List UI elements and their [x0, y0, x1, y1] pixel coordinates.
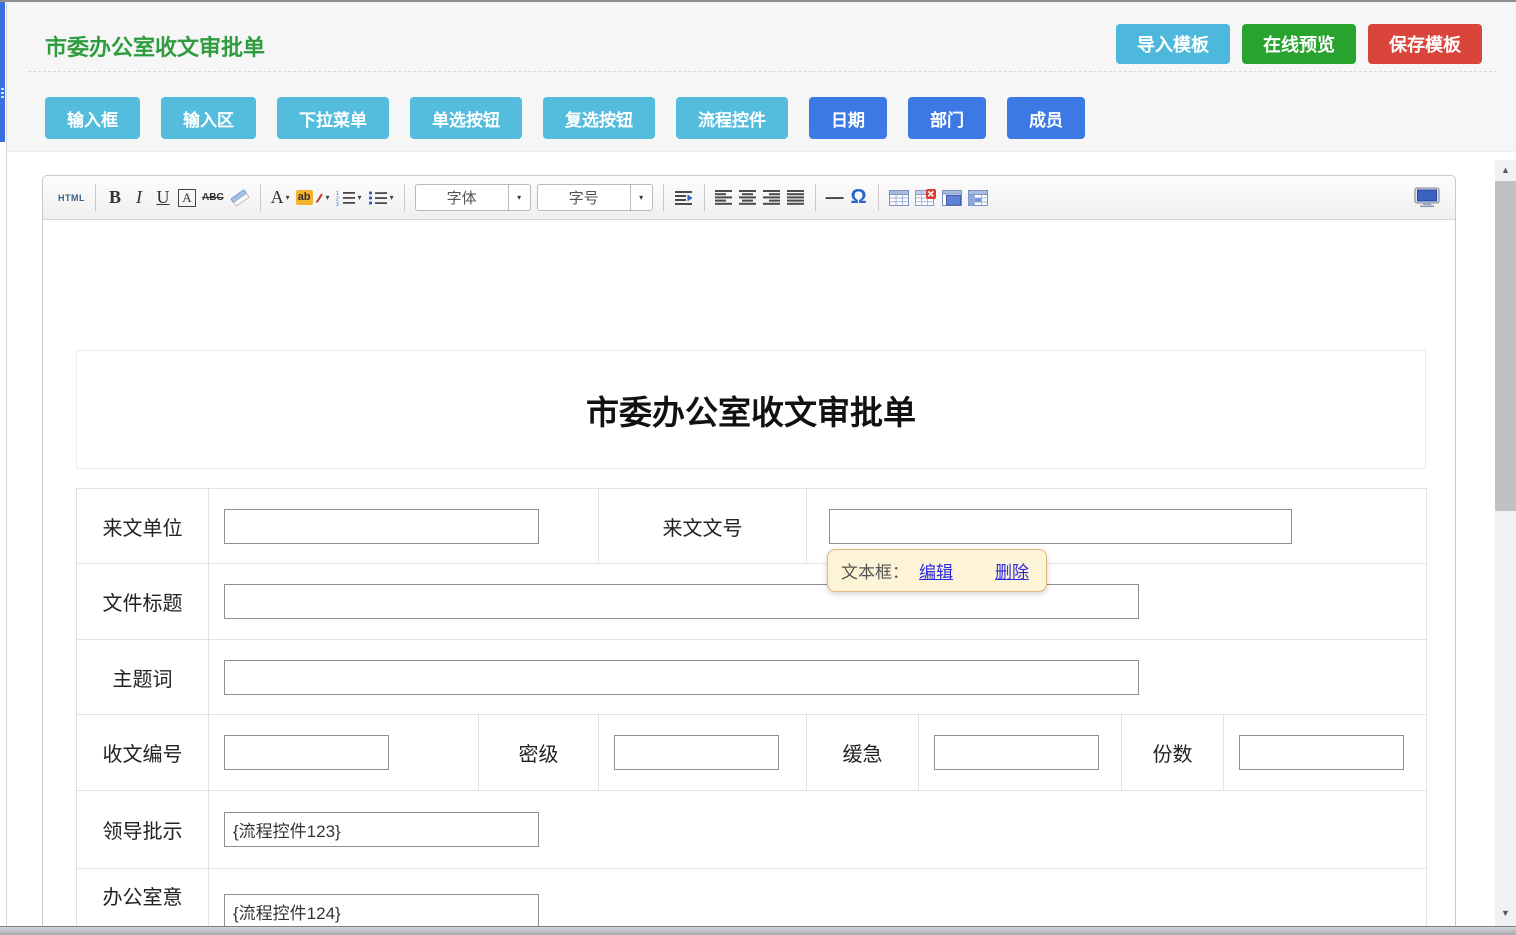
header-action-bar: 导入模板 在线预览 保存模板	[1116, 24, 1482, 64]
underline-icon[interactable]: U	[151, 183, 175, 213]
label-subject-words: 主题词	[77, 640, 209, 715]
add-member-button[interactable]: 成员	[1007, 97, 1085, 139]
page-header: 市委办公室收文审批单 导入模板 在线预览 保存模板 输入框 输入区 下拉菜单 单…	[7, 2, 1516, 152]
form-table: 来文单位 来文文号 文件标题 主题词 收文编号 密级	[76, 488, 1427, 935]
document-title-box: 市委办公室收文审批单	[76, 350, 1426, 469]
header-divider	[28, 71, 1497, 72]
label-leader-instructions: 领导批示	[77, 791, 209, 869]
table-row: 领导批示	[77, 791, 1427, 869]
label-secrecy-level: 密级	[479, 715, 599, 791]
receipt-number-input[interactable]	[224, 735, 389, 770]
font-color-icon[interactable]: A▾	[268, 183, 293, 213]
toolbar-separator	[704, 184, 705, 211]
widget-button-bar: 输入框 输入区 下拉菜单 单选按钮 复选按钮 流程控件 日期 部门 成员	[45, 97, 1085, 139]
urgency-input[interactable]	[934, 735, 1099, 770]
justify-icon[interactable]	[784, 183, 808, 213]
vertical-scrollbar[interactable]: ▲ ▼	[1495, 160, 1516, 935]
textbox-context-tooltip: 文本框： 编辑 删除	[827, 549, 1047, 592]
subject-words-input[interactable]	[224, 660, 1139, 695]
scroll-down-arrow-icon[interactable]: ▼	[1495, 905, 1516, 921]
app-window: 市委办公室收文审批单 导入模板 在线预览 保存模板 输入框 输入区 下拉菜单 单…	[0, 0, 1516, 935]
table-row: 文件标题	[77, 564, 1427, 640]
bullet-list-icon[interactable]: ▾	[365, 183, 397, 213]
numbered-list-icon[interactable]: 1 2 3 ▾	[333, 183, 365, 213]
html-source-icon[interactable]: HTML	[55, 183, 88, 213]
delete-link[interactable]: 删除	[995, 558, 1029, 583]
toolbar-separator	[260, 184, 261, 211]
toolbar-separator	[815, 184, 816, 211]
maximize-icon[interactable]	[1411, 183, 1443, 213]
save-template-button[interactable]: 保存模板	[1368, 24, 1482, 64]
editor-content[interactable]: 市委办公室收文审批单 来文单位 来文文号 文件标题 主	[43, 220, 1455, 935]
table-row: 来文单位 来文文号	[77, 489, 1427, 564]
omega-icon[interactable]: Ω	[847, 183, 871, 213]
label-copies: 份数	[1122, 715, 1224, 791]
window-bottom-edge	[0, 926, 1516, 935]
align-left-icon[interactable]	[712, 183, 736, 213]
page-title: 市委办公室收文审批单	[45, 30, 265, 62]
chevron-down-icon[interactable]: ▾	[630, 185, 652, 210]
delete-table-icon[interactable]	[912, 183, 939, 213]
label-document-title: 文件标题	[77, 564, 209, 640]
add-checkbox-button[interactable]: 复选按钮	[543, 97, 655, 139]
highlight-icon[interactable]: ab▾	[293, 183, 333, 213]
chevron-down-icon[interactable]: ▾	[508, 185, 530, 210]
font-family-select[interactable]: 字体 ▾	[415, 184, 531, 211]
incoming-doc-number-input[interactable]	[829, 509, 1292, 544]
add-textarea-button[interactable]: 输入区	[161, 97, 256, 139]
table-properties-icon[interactable]	[939, 183, 965, 213]
secrecy-level-input[interactable]	[614, 735, 779, 770]
toolbar-separator	[878, 184, 879, 211]
rich-text-editor: HTML B I U A ABC A▾ ab▾ 1 2	[42, 175, 1456, 935]
add-department-button[interactable]: 部门	[908, 97, 986, 139]
eraser-icon[interactable]	[227, 183, 253, 213]
strikethrough-icon[interactable]: ABC	[199, 183, 227, 213]
align-center-icon[interactable]	[736, 183, 760, 213]
document-title: 市委办公室收文审批单	[586, 386, 916, 434]
tooltip-label: 文本框：	[841, 558, 909, 583]
table-row: 主题词	[77, 640, 1427, 715]
table-row: 收文编号 密级 缓急 份数	[77, 715, 1427, 791]
horizontal-rule-icon[interactable]: —	[823, 183, 847, 213]
copies-input[interactable]	[1239, 735, 1404, 770]
label-receipt-number: 收文编号	[77, 715, 209, 791]
label-incoming-unit: 来文单位	[77, 489, 209, 564]
leader-instructions-input[interactable]	[224, 812, 539, 847]
scroll-up-arrow-icon[interactable]: ▲	[1495, 160, 1516, 180]
toolbar-separator	[95, 184, 96, 211]
import-template-button[interactable]: 导入模板	[1116, 24, 1230, 64]
side-accent-strip	[0, 2, 5, 142]
bold-icon[interactable]: B	[103, 183, 127, 213]
edit-link[interactable]: 编辑	[919, 558, 953, 583]
boxed-a-icon[interactable]: A	[175, 183, 199, 213]
toolbar-separator	[663, 184, 664, 211]
online-preview-button[interactable]: 在线预览	[1242, 24, 1356, 64]
insert-table-icon[interactable]	[886, 183, 912, 213]
toolbar-separator	[404, 184, 405, 211]
label-urgency: 缓急	[807, 715, 919, 791]
add-flow-control-button[interactable]: 流程控件	[676, 97, 788, 139]
office-opinion-input[interactable]	[224, 894, 539, 929]
incoming-unit-input[interactable]	[224, 509, 539, 544]
add-radio-button[interactable]: 单选按钮	[410, 97, 522, 139]
scrollbar-thumb[interactable]	[1495, 181, 1516, 511]
align-right-icon[interactable]	[760, 183, 784, 213]
italic-icon[interactable]: I	[127, 183, 151, 213]
font-size-select[interactable]: 字号 ▾	[537, 184, 653, 211]
add-dropdown-button[interactable]: 下拉菜单	[277, 97, 389, 139]
add-date-button[interactable]: 日期	[809, 97, 887, 139]
add-input-box-button[interactable]: 输入框	[45, 97, 140, 139]
editor-toolbar: HTML B I U A ABC A▾ ab▾ 1 2	[43, 176, 1455, 220]
svg-text:3: 3	[336, 202, 339, 206]
cell-properties-icon[interactable]	[965, 183, 991, 213]
label-incoming-doc-number: 来文文号	[599, 489, 807, 564]
indent-icon[interactable]	[671, 183, 697, 213]
